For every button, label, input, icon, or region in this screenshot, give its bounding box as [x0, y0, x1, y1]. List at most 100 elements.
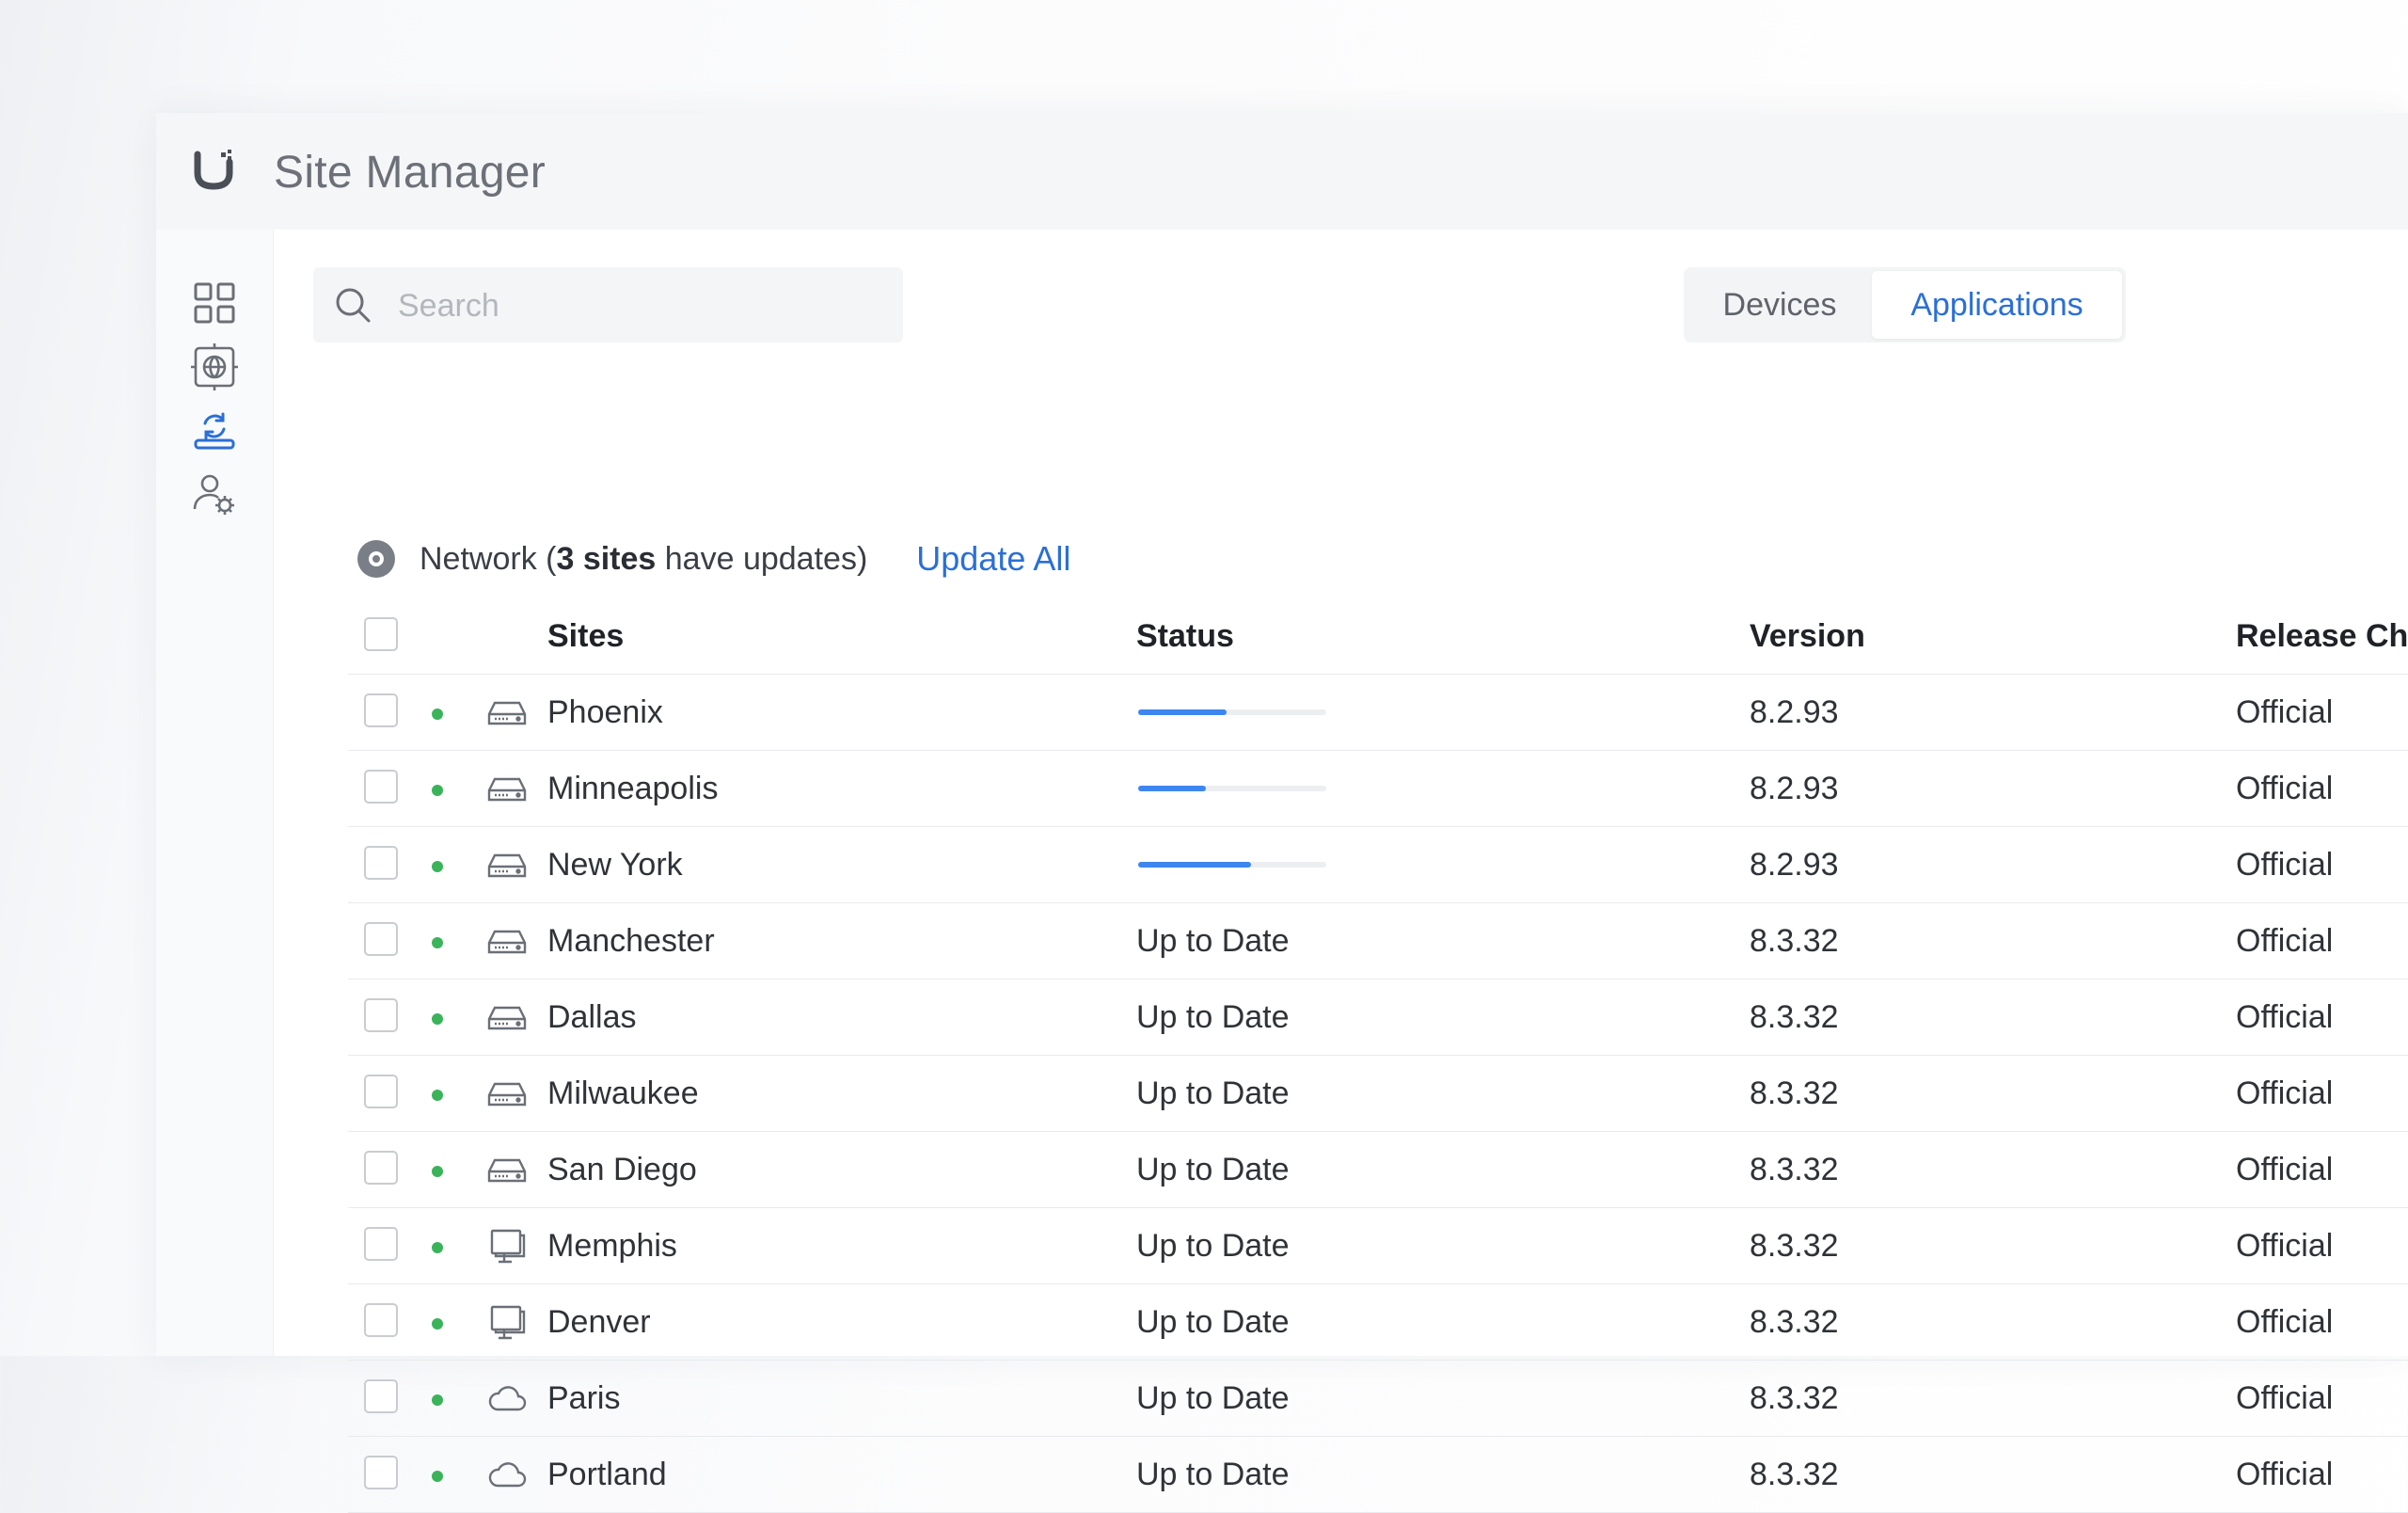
table-row[interactable]: Denver Up to Date 8.3.32 Official	[348, 1284, 2408, 1361]
row-checkbox[interactable]	[364, 1456, 398, 1489]
table-row[interactable]: Minneapolis 8.2.93 Official	[348, 751, 2408, 827]
cloud-icon	[487, 1456, 527, 1493]
gateway-icon	[487, 998, 527, 1036]
tab-devices[interactable]: Devices	[1687, 271, 1872, 339]
ubiquiti-logo-icon	[194, 150, 233, 190]
site-name[interactable]: Portland	[547, 1437, 667, 1512]
update-all-link[interactable]: Update All	[916, 539, 1070, 579]
status-text: Up to Date	[1136, 1456, 1290, 1492]
monitor-icon	[487, 1303, 527, 1341]
site-name[interactable]: Milwaukee	[547, 1056, 699, 1131]
table-row[interactable]: San Diego Up to Date 8.3.32 Official	[348, 1132, 2408, 1208]
search-icon	[336, 288, 371, 323]
status-text: Up to Date	[1136, 998, 1290, 1035]
site-name[interactable]: Minneapolis	[547, 751, 718, 826]
update-progress-bar	[1138, 709, 1326, 715]
release-channel-text: Official	[2236, 1379, 2334, 1416]
release-channel-text: Official	[2236, 998, 2334, 1035]
column-header-release-channel[interactable]: Release Ch	[2236, 598, 2408, 674]
column-header-version[interactable]: Version	[1750, 598, 1865, 674]
row-checkbox[interactable]	[364, 1151, 398, 1185]
cloud-icon	[487, 1379, 527, 1417]
table-body: Phoenix 8.2.93 Official Minneapolis 8.2.93 Of…	[348, 675, 2408, 1513]
row-checkbox[interactable]	[364, 922, 398, 956]
status-text: Up to Date	[1136, 1303, 1290, 1340]
gateway-icon	[487, 1151, 527, 1188]
version-text: 8.3.32	[1750, 1151, 1839, 1187]
table-header-row: Sites Status Version Release Ch	[348, 598, 2408, 675]
table-row[interactable]: Paris Up to Date 8.3.32 Official	[348, 1361, 2408, 1437]
update-progress-fill	[1138, 709, 1227, 715]
globe-network-icon[interactable]	[190, 342, 239, 391]
version-text: 8.2.93	[1750, 770, 1839, 806]
update-progress-bar	[1138, 786, 1326, 791]
update-progress-fill	[1138, 862, 1251, 868]
column-header-sites[interactable]: Sites	[547, 598, 624, 674]
site-name[interactable]: New York	[547, 827, 683, 902]
site-name[interactable]: Dallas	[547, 979, 636, 1055]
version-text: 8.3.32	[1750, 1227, 1839, 1264]
row-checkbox[interactable]	[364, 693, 398, 727]
status-text: Up to Date	[1136, 1379, 1290, 1416]
release-channel-text: Official	[2236, 1075, 2334, 1111]
site-manager-window: Site Manager Search Devices Applications…	[156, 113, 2408, 1513]
select-all-checkbox[interactable]	[364, 617, 398, 651]
table-row[interactable]: Manchester Up to Date 8.3.32 Official	[348, 903, 2408, 979]
status-text: Up to Date	[1136, 922, 1290, 959]
site-name[interactable]: Memphis	[547, 1208, 677, 1283]
sidebar	[156, 230, 274, 1356]
sites-count: 3 sites	[556, 540, 657, 577]
online-status-dot	[432, 861, 443, 872]
version-text: 8.2.93	[1750, 693, 1839, 730]
table-row[interactable]: Portland Up to Date 8.3.32 Official	[348, 1437, 2408, 1513]
release-channel-text: Official	[2236, 1151, 2334, 1187]
table-row[interactable]: Milwaukee Up to Date 8.3.32 Official	[348, 1056, 2408, 1132]
status-progress	[1136, 827, 1326, 902]
table-row[interactable]: Phoenix 8.2.93 Official	[348, 675, 2408, 751]
online-status-dot	[432, 785, 443, 796]
view-tabs: Devices Applications	[1684, 267, 2126, 342]
network-radio[interactable]	[357, 540, 395, 578]
online-status-dot	[432, 1394, 443, 1406]
dashboard-grid-icon[interactable]	[190, 279, 239, 327]
site-name[interactable]: Paris	[547, 1361, 620, 1436]
sites-table: Sites Status Version Release Ch Phoenix 8…	[348, 598, 2408, 1513]
table-row[interactable]: New York 8.2.93 Official	[348, 827, 2408, 903]
version-text: 8.3.32	[1750, 1456, 1839, 1492]
site-name[interactable]: Phoenix	[547, 675, 663, 750]
updates-sync-icon[interactable]	[190, 406, 239, 455]
status-text: Up to Date	[1136, 1227, 1290, 1264]
version-text: 8.3.32	[1750, 998, 1839, 1035]
row-checkbox[interactable]	[364, 1303, 398, 1337]
site-name[interactable]: Denver	[547, 1284, 651, 1360]
network-label-prefix: Network (	[420, 540, 557, 577]
site-name[interactable]: Manchester	[547, 903, 715, 979]
app-header: Site Manager	[156, 113, 2408, 230]
version-text: 8.3.32	[1750, 1075, 1839, 1111]
column-header-status[interactable]: Status	[1136, 598, 1234, 674]
search-box[interactable]	[313, 267, 903, 344]
online-status-dot	[432, 1090, 443, 1101]
row-checkbox[interactable]	[364, 846, 398, 880]
online-status-dot	[432, 937, 443, 948]
table-row[interactable]: Dallas Up to Date 8.3.32 Official	[348, 979, 2408, 1056]
release-channel-text: Official	[2236, 1227, 2334, 1264]
tab-applications[interactable]: Applications	[1872, 271, 2122, 339]
gateway-icon	[487, 693, 527, 731]
release-channel-text: Official	[2236, 1303, 2334, 1340]
status-text: Up to Date	[1136, 1075, 1290, 1111]
monitor-icon	[487, 1227, 527, 1265]
row-checkbox[interactable]	[364, 1227, 398, 1261]
table-row[interactable]: Memphis Up to Date 8.3.32 Official	[348, 1208, 2408, 1284]
row-checkbox[interactable]	[364, 770, 398, 804]
user-settings-icon[interactable]	[190, 470, 239, 519]
site-name[interactable]: San Diego	[547, 1132, 697, 1207]
row-checkbox[interactable]	[364, 1379, 398, 1413]
gateway-icon	[487, 922, 527, 960]
search-input[interactable]	[396, 267, 889, 344]
row-checkbox[interactable]	[364, 998, 398, 1032]
row-checkbox[interactable]	[364, 1075, 398, 1108]
release-channel-text: Official	[2236, 693, 2334, 730]
online-status-dot	[432, 1166, 443, 1177]
version-text: 8.2.93	[1750, 846, 1839, 883]
